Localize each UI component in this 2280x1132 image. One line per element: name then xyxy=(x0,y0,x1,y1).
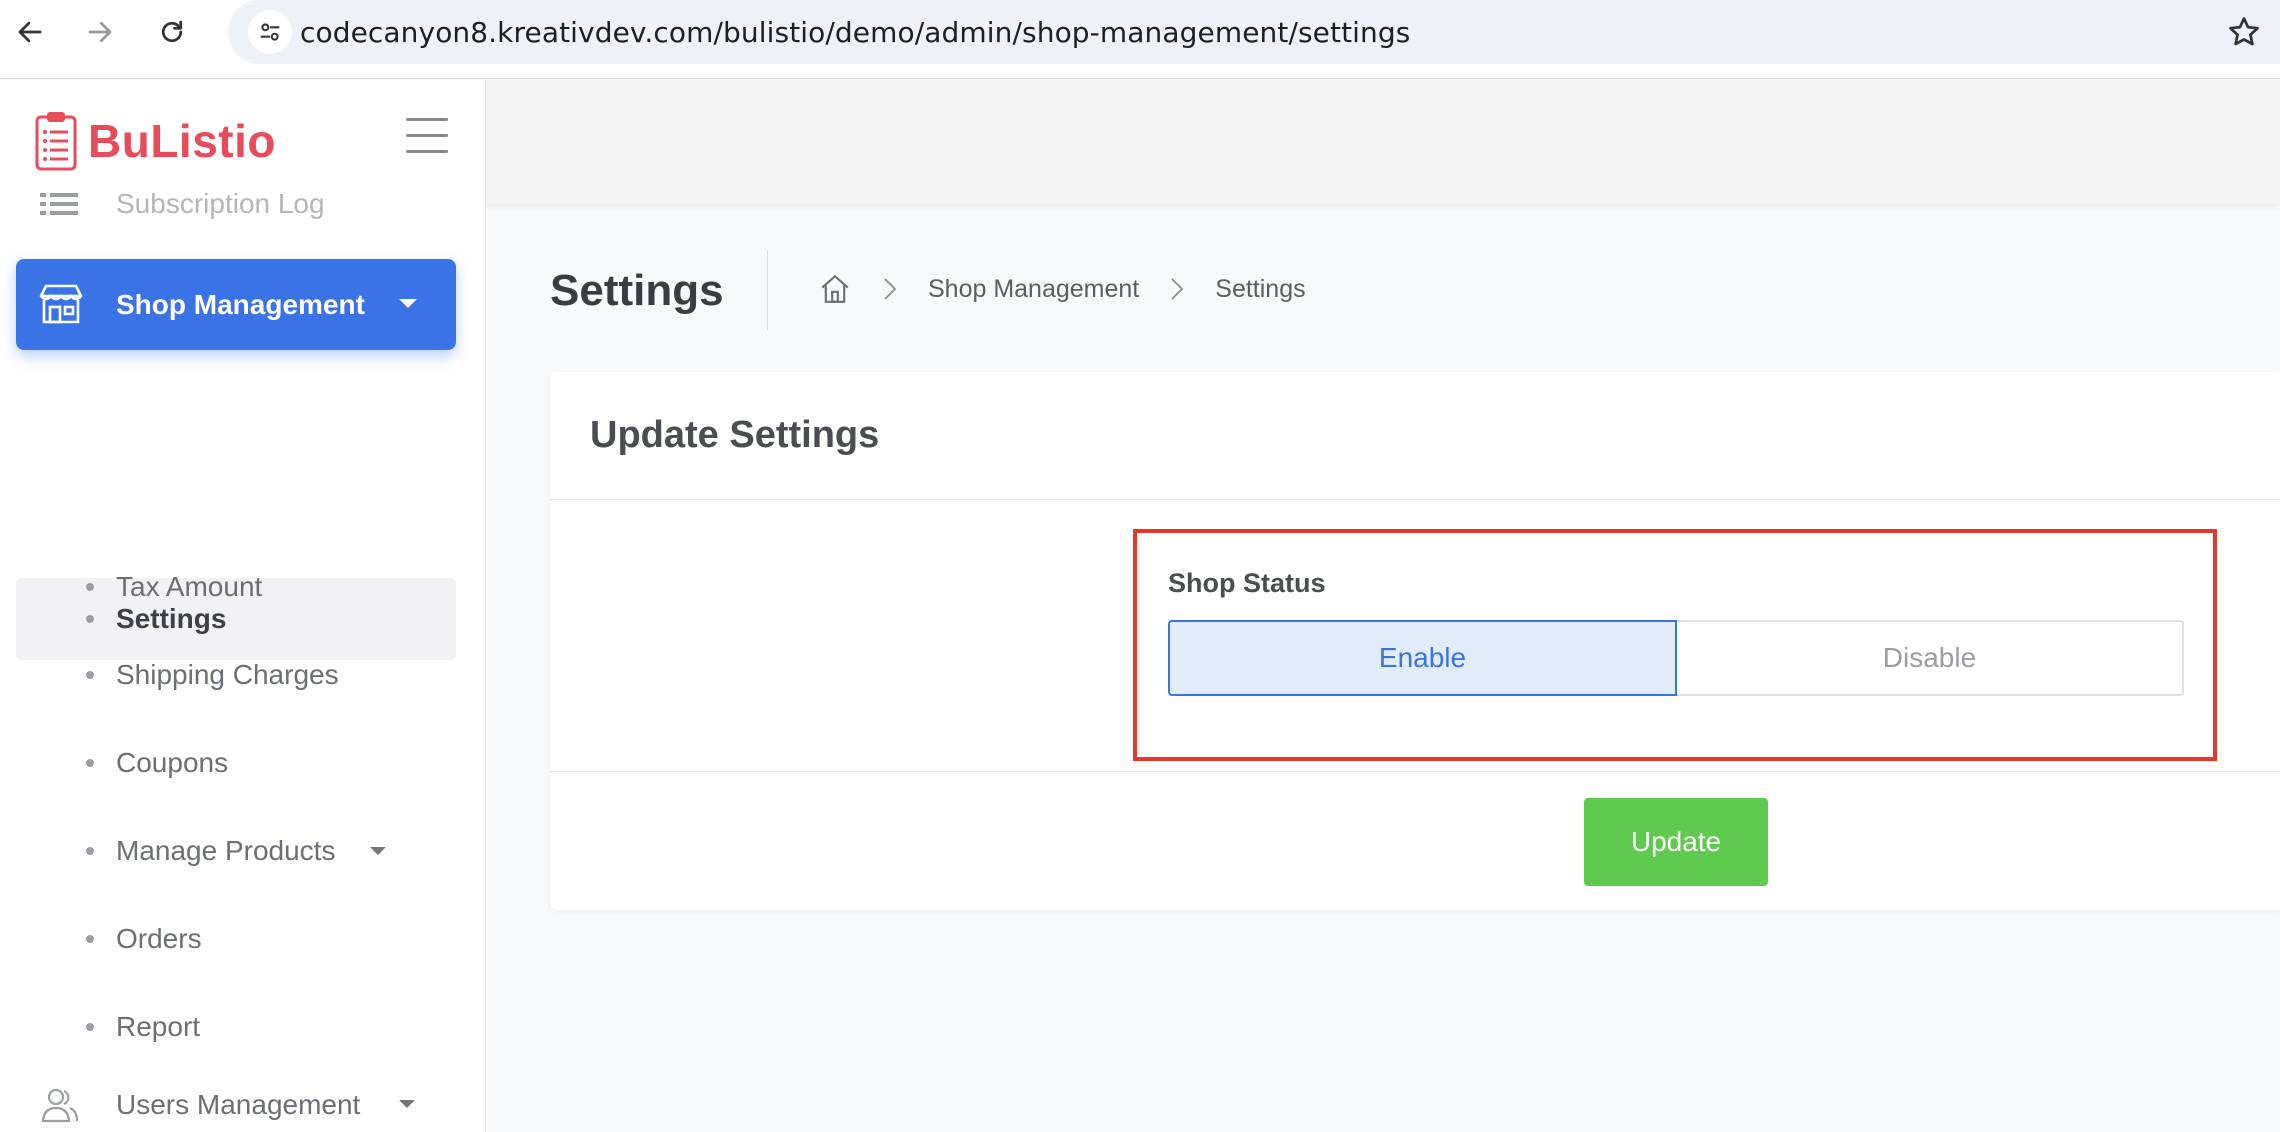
sidebar-subitem-label: Report xyxy=(116,1011,201,1042)
brand-logo[interactable]: BuListio xyxy=(34,110,276,172)
reload-icon xyxy=(161,20,183,43)
sidebar-subitem-coupons[interactable]: Coupons xyxy=(16,722,456,804)
address-bar[interactable]: codecanyon8.kreativdev.com/bulistio/demo… xyxy=(228,0,2280,64)
breadcrumb-current: Settings xyxy=(1215,274,1306,303)
site-info-icon[interactable] xyxy=(248,10,292,54)
menu-toggle-button[interactable] xyxy=(406,118,448,154)
sidebar-subitem-label: Tax Amount xyxy=(116,571,263,602)
sidebar-item-label: Shop Management xyxy=(116,289,365,320)
brand-name: BuListio xyxy=(88,115,276,167)
sidebar-subitem-label: Coupons xyxy=(116,747,229,778)
sidebar: BuListio Subscription Log Shop Managemen… xyxy=(0,80,486,1132)
forward-button[interactable] xyxy=(78,10,122,54)
sidebar-item-users-management[interactable]: Users Management xyxy=(40,1080,460,1130)
bullet-icon xyxy=(86,583,94,591)
bullet-icon xyxy=(86,671,94,679)
browser-toolbar: codecanyon8.kreativdev.com/bulistio/demo… xyxy=(0,0,2280,79)
sidebar-subitem-tax-amount[interactable]: Tax Amount xyxy=(16,546,456,628)
disable-option[interactable]: Disable xyxy=(1677,620,2184,696)
clipboard-logo-icon xyxy=(35,112,77,171)
store-icon xyxy=(39,284,83,324)
back-button[interactable] xyxy=(8,10,52,54)
chevron-right-icon xyxy=(1169,276,1185,302)
sidebar-subitem-orders[interactable]: Orders xyxy=(16,898,456,980)
caret-down-icon xyxy=(399,299,417,308)
sidebar-subitem-label: Shipping Charges xyxy=(116,659,339,690)
top-header xyxy=(486,80,2280,204)
users-icon xyxy=(41,1088,79,1123)
bullet-icon xyxy=(86,935,94,943)
sidebar-item-subscription-log[interactable]: Subscription Log xyxy=(40,188,325,220)
shop-status-label: Shop Status xyxy=(1168,568,1326,598)
chevron-right-icon xyxy=(882,276,898,302)
sidebar-subitem-shipping-charges[interactable]: Shipping Charges xyxy=(16,634,456,716)
sidebar-item-label: Users Management xyxy=(116,1089,361,1120)
bullet-icon xyxy=(86,847,94,855)
update-button[interactable]: Update xyxy=(1584,798,1768,886)
home-icon[interactable] xyxy=(818,272,852,306)
breadcrumb: Shop Management Settings xyxy=(818,272,1306,306)
bullet-icon xyxy=(86,1023,94,1031)
reload-button[interactable] xyxy=(150,10,194,54)
sidebar-subitem-report[interactable]: Report xyxy=(16,986,456,1068)
caret-down-icon xyxy=(399,1100,415,1108)
bookmark-star-icon[interactable] xyxy=(2226,14,2262,50)
sidebar-subitem-label: Orders xyxy=(116,923,202,954)
divider xyxy=(550,771,2280,772)
breadcrumb-link-shop-management[interactable]: Shop Management xyxy=(928,275,1139,304)
caret-down-icon xyxy=(370,847,386,855)
page-title: Settings xyxy=(550,266,724,315)
update-settings-card: Update Settings Shop Status Enable Disab… xyxy=(550,372,2280,910)
url-text[interactable]: codecanyon8.kreativdev.com/bulistio/demo… xyxy=(300,16,1410,49)
shop-status-toggle: Enable Disable xyxy=(1168,620,2184,696)
sidebar-item-label: Subscription Log xyxy=(116,188,325,219)
divider xyxy=(550,499,2280,500)
arrow-left-icon xyxy=(18,21,42,43)
sidebar-subitem-manage-products[interactable]: Manage Products xyxy=(16,810,456,892)
enable-option[interactable]: Enable xyxy=(1168,620,1677,696)
list-icon xyxy=(40,193,78,215)
arrow-right-icon xyxy=(88,21,112,43)
bullet-icon xyxy=(86,759,94,767)
card-title: Update Settings xyxy=(590,414,880,456)
sidebar-item-shop-management[interactable]: Shop Management xyxy=(16,259,456,350)
sidebar-subitem-label: Manage Products xyxy=(116,835,336,866)
title-divider xyxy=(767,250,768,330)
